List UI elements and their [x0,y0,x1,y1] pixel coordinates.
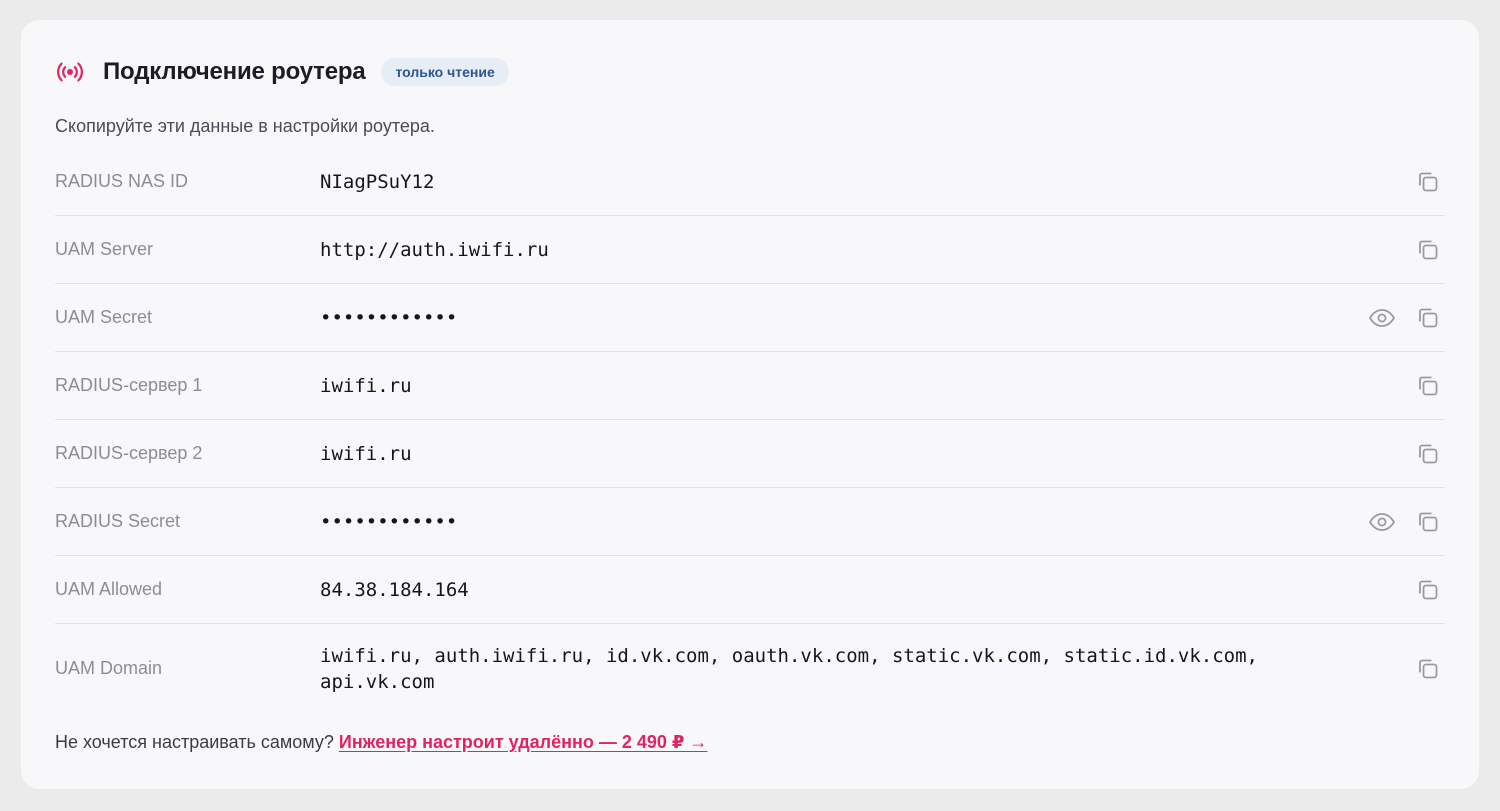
show-secret-eye-icon[interactable] [1367,507,1397,537]
setting-label: UAM Domain [55,658,163,678]
footer-prompt: Не хочется настраивать самому? [55,732,334,752]
copy-icon[interactable] [1413,371,1443,401]
setting-label: RADIUS-сервер 2 [55,443,203,463]
copy-icon[interactable] [1413,654,1443,684]
setting-label: UAM Allowed [55,579,163,599]
setting-row: RADIUS Secret •••••••••••• [55,488,1445,556]
setting-row: RADIUS-сервер 2 iwifi.ru [55,420,1445,488]
router-connection-card: Подключение роутера только чтение Скопир… [21,20,1479,789]
setting-label: RADIUS Secret [55,511,181,531]
copy-icon[interactable] [1413,167,1443,197]
setting-secret-value: •••••••••••• [320,510,458,533]
setting-row: RADIUS NAS ID NIagPSuY12 [55,148,1445,216]
show-secret-eye-icon[interactable] [1367,303,1397,333]
setting-row: UAM Allowed 84.38.184.164 [55,556,1445,624]
setting-secret-value: •••••••••••• [320,306,458,329]
copy-icon[interactable] [1413,575,1443,605]
setting-value: iwifi.ru [320,442,412,465]
setting-label: UAM Secret [55,307,153,327]
page-title: Подключение роутера [103,58,366,85]
card-header: Подключение роутера только чтение [57,56,509,88]
copy-icon[interactable] [1413,235,1443,265]
copy-icon[interactable] [1413,507,1443,537]
setting-row: UAM Server http://auth.iwifi.ru [55,216,1445,284]
settings-list: RADIUS NAS ID NIagPSuY12 UAM Server http://… [55,148,1445,713]
copy-icon[interactable] [1413,303,1443,333]
setting-label: RADIUS NAS ID [55,171,189,191]
instructions-text: Скопируйте эти данные в настройки роутер… [55,116,435,136]
setting-value: 84.38.184.164 [320,578,469,601]
setting-value: iwifi.ru, auth.iwifi.ru, id.vk.com, oaut… [320,644,1258,693]
footer-note: Не хочется настраивать самому? Инженер н… [55,732,707,753]
setting-value: NIagPSuY12 [320,170,435,193]
setting-row: RADIUS-сервер 1 iwifi.ru [55,352,1445,420]
setting-row: UAM Secret •••••••••••• [55,284,1445,352]
read-only-badge: только чтение [381,58,509,86]
setting-label: RADIUS-сервер 1 [55,375,203,395]
setting-label: UAM Server [55,239,154,259]
setting-value: http://auth.iwifi.ru [320,238,549,261]
copy-icon[interactable] [1413,439,1443,469]
radio-signal-icon [57,62,83,82]
setting-value: iwifi.ru [320,374,412,397]
remote-setup-link[interactable]: Инженер настроит удалённо — 2 490 ₽ → [339,732,708,752]
setting-row: UAM Domain iwifi.ru, auth.iwifi.ru, id.vk… [55,624,1445,713]
